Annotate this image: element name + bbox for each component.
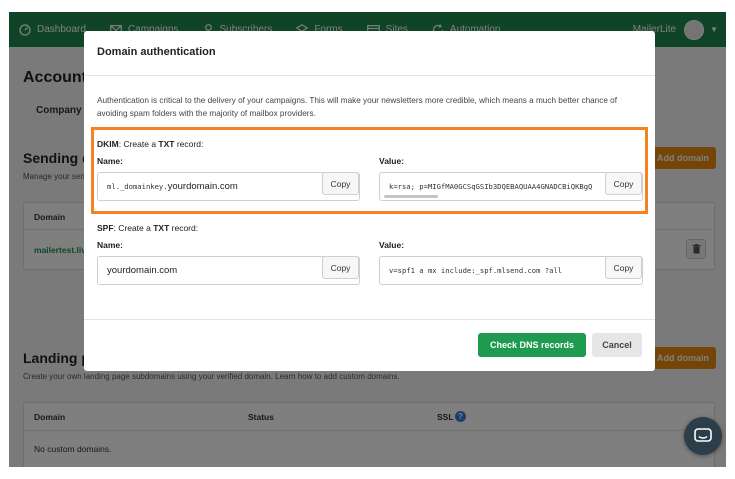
domain-authentication-dialog: Domain authentication Authentication is …	[84, 31, 655, 371]
copy-button[interactable]: Copy	[322, 257, 359, 279]
divider	[84, 319, 655, 320]
dialog-title: Domain authentication	[97, 46, 216, 58]
spf-heading-suffix: record:	[169, 223, 199, 233]
copy-button[interactable]: Copy	[605, 257, 642, 279]
divider	[84, 75, 655, 76]
spf-value-label: Value:	[379, 240, 405, 250]
spf-record-type: TXT	[153, 223, 170, 233]
dialog-intro-text: Authentication is critical to the delive…	[97, 96, 617, 118]
spf-value-field[interactable]: v=spf1 a mx include:_spf.mlsend.com ?all…	[379, 256, 643, 285]
check-dns-records-button[interactable]: Check DNS records	[478, 333, 586, 357]
spf-name-field[interactable]: yourdomain.com Copy	[97, 256, 360, 285]
spf-name-label: Name:	[97, 240, 123, 250]
app-window: Dashboard Campaigns Subscribers Forms Si…	[9, 12, 726, 467]
chat-icon	[694, 428, 712, 442]
chat-launcher-button[interactable]	[684, 417, 722, 455]
spf-record-heading: SPF: Create a TXT record:	[97, 223, 198, 233]
dkim-highlight-box	[91, 127, 648, 214]
cancel-button[interactable]: Cancel	[592, 333, 642, 357]
spf-name-value: yourdomain.com	[107, 265, 178, 276]
spf-heading-text: : Create a	[113, 223, 154, 233]
spf-prefix: SPF	[97, 223, 114, 233]
spf-value-text: v=spf1 a mx include:_spf.mlsend.com ?all	[389, 266, 563, 275]
